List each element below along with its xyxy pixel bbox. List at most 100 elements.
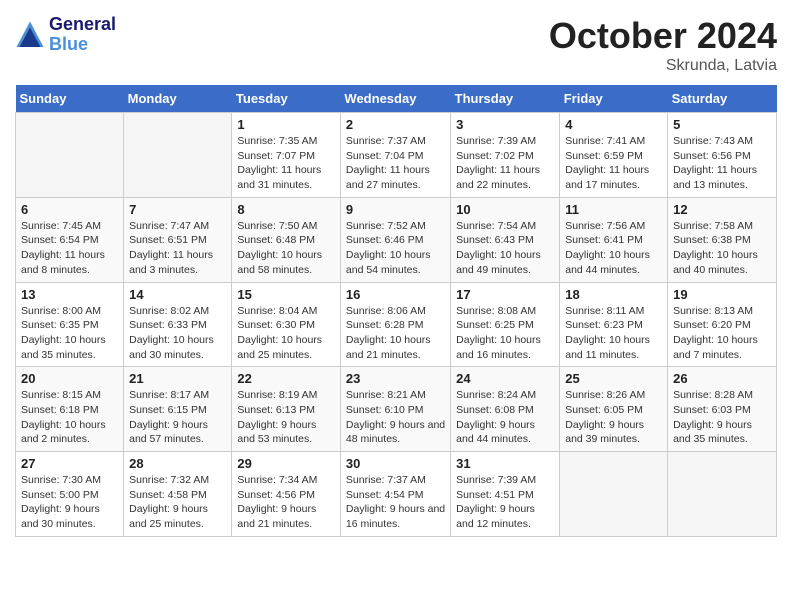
day-number: 23 [346,371,445,386]
weekday-header-monday: Monday [124,85,232,113]
day-info: Sunrise: 7:41 AM Sunset: 6:59 PM Dayligh… [565,134,662,193]
calendar-cell: 2 Sunrise: 7:37 AM Sunset: 7:04 PM Daylig… [340,113,450,198]
calendar-cell: 16 Sunrise: 8:06 AM Sunset: 6:28 PM Dayli… [340,282,450,367]
day-info: Sunrise: 8:08 AM Sunset: 6:25 PM Dayligh… [456,304,554,363]
calendar-cell: 24 Sunrise: 8:24 AM Sunset: 6:08 PM Dayli… [451,367,560,452]
calendar-cell: 12Sunrise: 7:58 AM Sunset: 6:38 PM Dayli… [668,197,777,282]
day-info: Sunrise: 7:50 AM Sunset: 6:48 PM Dayligh… [237,219,335,278]
day-info: Sunrise: 8:13 AM Sunset: 6:20 PM Dayligh… [673,304,771,363]
day-number: 18 [565,287,662,302]
calendar-cell [668,452,777,537]
day-info: Sunrise: 8:28 AM Sunset: 6:03 PM Dayligh… [673,388,771,447]
month-title: October 2024 [549,15,777,57]
title-block: October 2024 Skrunda, Latvia [549,15,777,75]
day-number: 5 [673,117,771,132]
logo: General Blue [15,15,116,55]
calendar-cell: 3Sunrise: 7:39 AM Sunset: 7:02 PM Daylig… [451,113,560,198]
day-number: 22 [237,371,335,386]
calendar-cell: 28Sunrise: 7:32 AM Sunset: 4:58 PM Dayli… [124,452,232,537]
calendar-cell: 21Sunrise: 8:17 AM Sunset: 6:15 PM Dayli… [124,367,232,452]
day-info: Sunrise: 7:54 AM Sunset: 6:43 PM Dayligh… [456,219,554,278]
weekday-header-saturday: Saturday [668,85,777,113]
calendar-cell: 17Sunrise: 8:08 AM Sunset: 6:25 PM Dayli… [451,282,560,367]
calendar-cell: 1 Sunrise: 7:35 AM Sunset: 7:07 PM Daylig… [232,113,341,198]
day-info: Sunrise: 8:06 AM Sunset: 6:28 PM Dayligh… [346,304,445,363]
day-info: Sunrise: 7:52 AM Sunset: 6:46 PM Dayligh… [346,219,445,278]
weekday-row: SundayMondayTuesdayWednesdayThursdayFrid… [16,85,777,113]
day-number: 26 [673,371,771,386]
calendar-cell [560,452,668,537]
day-number: 2 [346,117,445,132]
calendar-cell: 18 Sunrise: 8:11 AM Sunset: 6:23 PM Dayli… [560,282,668,367]
calendar-cell: 8Sunrise: 7:50 AM Sunset: 6:48 PM Daylig… [232,197,341,282]
calendar-cell: 5Sunrise: 7:43 AM Sunset: 6:56 PM Daylig… [668,113,777,198]
day-number: 11 [565,202,662,217]
day-info: Sunrise: 7:30 AM Sunset: 5:00 PM Dayligh… [21,473,118,532]
location: Skrunda, Latvia [549,57,777,75]
day-number: 24 [456,371,554,386]
day-info: Sunrise: 8:15 AM Sunset: 6:18 PM Dayligh… [21,388,118,447]
calendar-cell: 30Sunrise: 7:37 AM Sunset: 4:54 PM Dayli… [340,452,450,537]
calendar-cell: 27 Sunrise: 7:30 AM Sunset: 5:00 PM Dayli… [16,452,124,537]
day-info: Sunrise: 7:32 AM Sunset: 4:58 PM Dayligh… [129,473,226,532]
logo-text: General Blue [49,15,116,55]
day-number: 12 [673,202,771,217]
calendar-cell: 26 Sunrise: 8:28 AM Sunset: 6:03 PM Dayli… [668,367,777,452]
day-info: Sunrise: 8:24 AM Sunset: 6:08 PM Dayligh… [456,388,554,447]
calendar-body: 1 Sunrise: 7:35 AM Sunset: 7:07 PM Daylig… [16,113,777,537]
day-info: Sunrise: 7:47 AM Sunset: 6:51 PM Dayligh… [129,219,226,278]
logo-icon [15,20,45,50]
calendar-cell [16,113,124,198]
day-info: Sunrise: 7:39 AM Sunset: 4:51 PM Dayligh… [456,473,554,532]
calendar-cell [124,113,232,198]
week-row-5: 27 Sunrise: 7:30 AM Sunset: 5:00 PM Dayli… [16,452,777,537]
calendar-table: SundayMondayTuesdayWednesdayThursdayFrid… [15,85,777,537]
week-row-1: 1 Sunrise: 7:35 AM Sunset: 7:07 PM Daylig… [16,113,777,198]
calendar-cell: 22 Sunrise: 8:19 AM Sunset: 6:13 PM Dayli… [232,367,341,452]
day-number: 20 [21,371,118,386]
calendar-cell: 14Sunrise: 8:02 AM Sunset: 6:33 PM Dayli… [124,282,232,367]
day-number: 25 [565,371,662,386]
page-header: General Blue October 2024 Skrunda, Latvi… [15,15,777,75]
day-number: 27 [21,456,118,471]
week-row-3: 13Sunrise: 8:00 AM Sunset: 6:35 PM Dayli… [16,282,777,367]
calendar-cell: 6Sunrise: 7:45 AM Sunset: 6:54 PM Daylig… [16,197,124,282]
calendar-cell: 15Sunrise: 8:04 AM Sunset: 6:30 PM Dayli… [232,282,341,367]
weekday-header-sunday: Sunday [16,85,124,113]
day-number: 1 [237,117,335,132]
calendar-cell: 9 Sunrise: 7:52 AM Sunset: 6:46 PM Daylig… [340,197,450,282]
calendar-cell: 11 Sunrise: 7:56 AM Sunset: 6:41 PM Dayli… [560,197,668,282]
calendar-cell: 20 Sunrise: 8:15 AM Sunset: 6:18 PM Dayli… [16,367,124,452]
day-info: Sunrise: 8:19 AM Sunset: 6:13 PM Dayligh… [237,388,335,447]
day-number: 9 [346,202,445,217]
day-info: Sunrise: 7:35 AM Sunset: 7:07 PM Dayligh… [237,134,335,193]
day-info: Sunrise: 7:37 AM Sunset: 7:04 PM Dayligh… [346,134,445,193]
calendar-cell: 10 Sunrise: 7:54 AM Sunset: 6:43 PM Dayli… [451,197,560,282]
calendar-cell: 19Sunrise: 8:13 AM Sunset: 6:20 PM Dayli… [668,282,777,367]
day-number: 7 [129,202,226,217]
calendar-cell: 13Sunrise: 8:00 AM Sunset: 6:35 PM Dayli… [16,282,124,367]
day-number: 4 [565,117,662,132]
day-number: 16 [346,287,445,302]
day-number: 14 [129,287,226,302]
calendar-header: SundayMondayTuesdayWednesdayThursdayFrid… [16,85,777,113]
calendar-cell: 31 Sunrise: 7:39 AM Sunset: 4:51 PM Dayli… [451,452,560,537]
day-info: Sunrise: 7:39 AM Sunset: 7:02 PM Dayligh… [456,134,554,193]
calendar-cell: 4 Sunrise: 7:41 AM Sunset: 6:59 PM Daylig… [560,113,668,198]
day-info: Sunrise: 8:04 AM Sunset: 6:30 PM Dayligh… [237,304,335,363]
day-number: 13 [21,287,118,302]
weekday-header-wednesday: Wednesday [340,85,450,113]
week-row-2: 6Sunrise: 7:45 AM Sunset: 6:54 PM Daylig… [16,197,777,282]
day-number: 31 [456,456,554,471]
day-info: Sunrise: 7:56 AM Sunset: 6:41 PM Dayligh… [565,219,662,278]
weekday-header-thursday: Thursday [451,85,560,113]
day-info: Sunrise: 8:21 AM Sunset: 6:10 PM Dayligh… [346,388,445,447]
calendar-cell: 25Sunrise: 8:26 AM Sunset: 6:05 PM Dayli… [560,367,668,452]
day-info: Sunrise: 8:17 AM Sunset: 6:15 PM Dayligh… [129,388,226,447]
week-row-4: 20 Sunrise: 8:15 AM Sunset: 6:18 PM Dayli… [16,367,777,452]
day-number: 10 [456,202,554,217]
day-number: 30 [346,456,445,471]
weekday-header-friday: Friday [560,85,668,113]
calendar-cell: 7 Sunrise: 7:47 AM Sunset: 6:51 PM Daylig… [124,197,232,282]
day-info: Sunrise: 8:11 AM Sunset: 6:23 PM Dayligh… [565,304,662,363]
